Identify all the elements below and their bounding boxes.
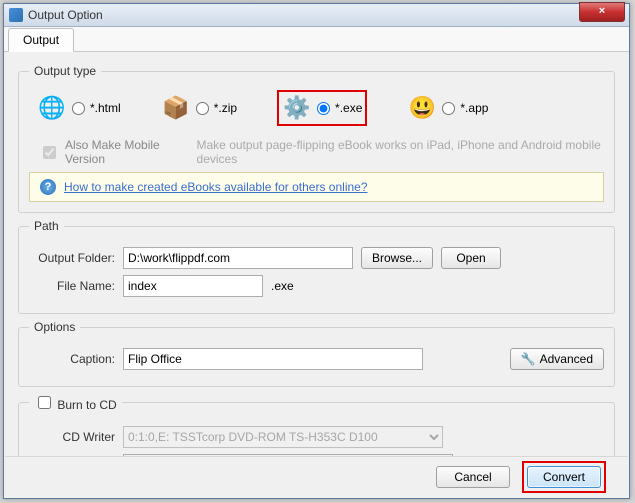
type-app: 😃 *.app xyxy=(407,93,488,123)
radio-app[interactable] xyxy=(442,102,455,115)
file-name-label: File Name: xyxy=(29,279,115,293)
app-icon xyxy=(9,8,23,22)
footer: Cancel Convert xyxy=(5,456,628,497)
burn-cd-legend: Burn to CD xyxy=(29,393,122,412)
output-type-group: Output type 🌐 *.html 📦 *.zip ⚙️ *.e xyxy=(18,64,615,213)
titlebar: Output Option × xyxy=(4,4,629,27)
output-type-legend: Output type xyxy=(29,64,101,78)
convert-highlight: Convert xyxy=(522,461,606,493)
type-exe: ⚙️ *.exe xyxy=(277,90,367,126)
file-name-input[interactable] xyxy=(123,275,263,297)
type-zip: 📦 *.zip xyxy=(161,93,237,123)
globe-icon: 🌐 xyxy=(37,93,67,123)
tab-output[interactable]: Output xyxy=(8,28,74,52)
cd-writer-label: CD Writer xyxy=(29,430,115,444)
gear-icon: ⚙️ xyxy=(282,93,312,123)
type-html: 🌐 *.html xyxy=(37,93,121,123)
tabstrip: Output xyxy=(4,27,629,52)
label-exe: *.exe xyxy=(335,101,362,115)
question-icon: ? xyxy=(40,179,56,195)
label-html: *.html xyxy=(90,101,121,115)
file-extension: .exe xyxy=(271,279,294,293)
convert-button[interactable]: Convert xyxy=(527,466,601,488)
advanced-button[interactable]: 🔧Advanced xyxy=(510,348,604,370)
help-link[interactable]: How to make created eBooks available for… xyxy=(64,180,368,194)
label-app: *.app xyxy=(460,101,488,115)
path-legend: Path xyxy=(29,219,64,233)
close-button[interactable]: × xyxy=(579,2,625,22)
browse-button[interactable]: Browse... xyxy=(361,247,433,269)
output-option-window: Output Option × Output Output type 🌐 *.h… xyxy=(3,3,630,499)
wrench-icon: 🔧 xyxy=(521,352,536,366)
mobile-hint: Make output page-flipping eBook works on… xyxy=(197,138,604,166)
radio-html[interactable] xyxy=(72,102,85,115)
caption-input[interactable] xyxy=(123,348,423,370)
radio-exe[interactable] xyxy=(317,102,330,115)
zip-icon: 📦 xyxy=(161,93,191,123)
content-area: Output type 🌐 *.html 📦 *.zip ⚙️ *.e xyxy=(4,52,629,464)
open-button[interactable]: Open xyxy=(441,247,501,269)
also-mobile-checkbox[interactable] xyxy=(43,146,56,159)
mac-icon: 😃 xyxy=(407,93,437,123)
path-group: Path Output Folder: Browse... Open File … xyxy=(18,219,615,314)
help-box: ? How to make created eBooks available f… xyxy=(29,172,604,202)
output-folder-input[interactable] xyxy=(123,247,353,269)
also-mobile-label: Also Make Mobile Version xyxy=(65,138,191,166)
radio-zip[interactable] xyxy=(196,102,209,115)
options-legend: Options xyxy=(29,320,80,334)
burn-cd-group: Burn to CD CD Writer 0:1:0,E: TSSTcorp D… xyxy=(18,393,615,464)
caption-label: Caption: xyxy=(29,352,115,366)
window-title: Output Option xyxy=(28,8,103,22)
cd-writer-select[interactable]: 0:1:0,E: TSSTcorp DVD-ROM TS-H353C D100 xyxy=(123,426,443,448)
options-group: Options Caption: 🔧Advanced xyxy=(18,320,615,387)
label-zip: *.zip xyxy=(214,101,237,115)
burn-cd-checkbox[interactable] xyxy=(38,396,51,409)
cancel-button[interactable]: Cancel xyxy=(436,466,510,488)
output-folder-label: Output Folder: xyxy=(29,251,115,265)
